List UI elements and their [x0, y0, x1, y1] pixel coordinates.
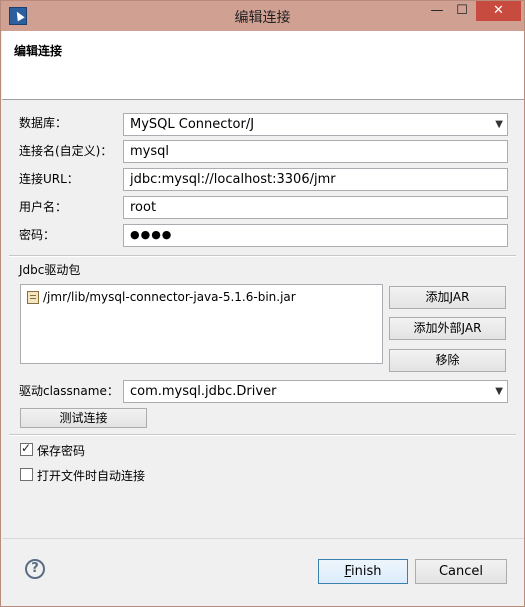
- jar-list[interactable]: /jmr/lib/mysql-connector-java-5.1.6-bin.…: [20, 284, 383, 364]
- list-item[interactable]: /jmr/lib/mysql-connector-java-5.1.6-bin.…: [27, 290, 296, 304]
- auto-connect-label[interactable]: 打开文件时自动连接: [37, 467, 145, 484]
- url-input[interactable]: jdbc:mysql://localhost:3306/jmr: [123, 168, 508, 191]
- connection-name-input[interactable]: mysql: [123, 140, 508, 163]
- remove-button[interactable]: 移除: [389, 349, 506, 372]
- header-banner: 编辑连接: [2, 31, 524, 100]
- jdbc-driver-section-label: Jdbc驱动包: [19, 263, 81, 277]
- chevron-down-icon: ▼: [495, 386, 503, 397]
- footer-divider: [2, 538, 524, 539]
- test-connection-button[interactable]: 测试连接: [20, 408, 147, 428]
- password-input[interactable]: ●●●●: [123, 224, 508, 247]
- auto-connect-checkbox[interactable]: [20, 468, 33, 481]
- minimize-button[interactable]: —: [425, 1, 449, 21]
- add-jar-button[interactable]: 添加JAR: [389, 286, 506, 309]
- driver-classname-label: 驱动classname：: [19, 384, 119, 398]
- url-label: 连接URL：: [19, 172, 79, 186]
- divider: [9, 255, 516, 257]
- banner-title: 编辑连接: [14, 44, 63, 58]
- jar-path: /jmr/lib/mysql-connector-java-5.1.6-bin.…: [43, 290, 296, 304]
- divider: [9, 434, 516, 436]
- finish-button[interactable]: Finish: [318, 559, 408, 584]
- edit-connection-dialog: 编辑连接 — ☐ ✕ 编辑连接 数据库： MySQL Connector/J ▼…: [0, 0, 525, 607]
- save-password-checkbox[interactable]: [20, 441, 33, 456]
- password-label: 密码：: [19, 228, 56, 242]
- database-select[interactable]: MySQL Connector/J ▼: [123, 113, 508, 136]
- username-input[interactable]: root: [123, 196, 508, 219]
- database-select-value: MySQL Connector/J: [130, 117, 255, 132]
- maximize-button[interactable]: ☐: [450, 1, 474, 21]
- save-password-label[interactable]: 保存密码: [37, 442, 85, 459]
- cancel-button[interactable]: Cancel: [415, 559, 507, 584]
- jar-file-icon: [27, 290, 39, 304]
- title-bar[interactable]: 编辑连接 — ☐ ✕: [1, 1, 524, 31]
- chevron-down-icon: ▼: [495, 119, 503, 130]
- driver-classname-select[interactable]: com.mysql.jdbc.Driver ▼: [123, 380, 508, 403]
- username-label: 用户名：: [19, 200, 68, 214]
- database-label: 数据库：: [19, 116, 68, 130]
- add-external-jar-button[interactable]: 添加外部JAR: [389, 317, 506, 340]
- close-button[interactable]: ✕: [476, 1, 521, 21]
- help-icon[interactable]: ?: [25, 559, 45, 579]
- driver-classname-value: com.mysql.jdbc.Driver: [130, 384, 277, 399]
- connection-name-label: 连接名(自定义)：: [19, 144, 113, 158]
